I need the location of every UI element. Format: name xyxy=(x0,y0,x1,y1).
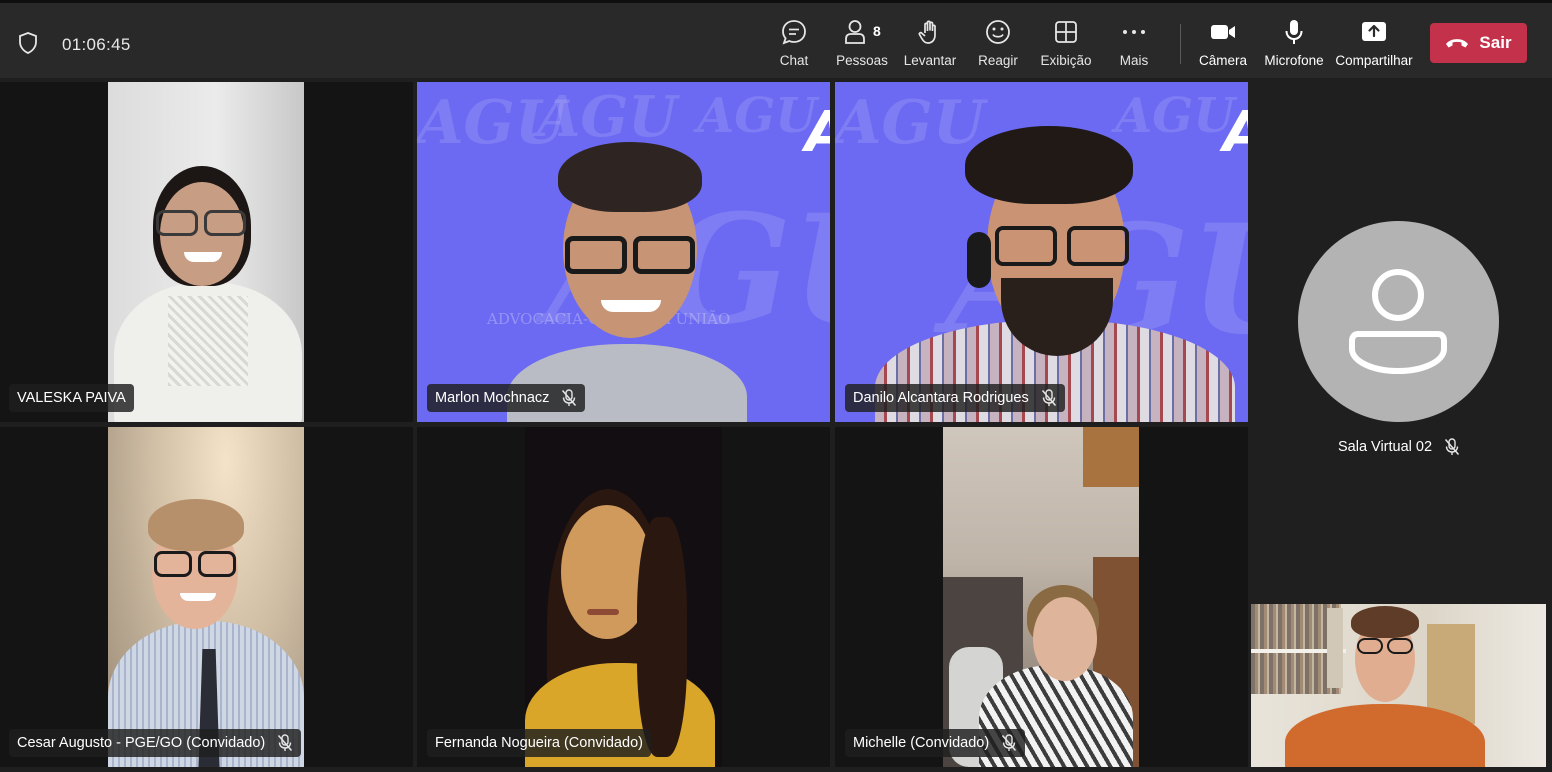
participant-tile[interactable]: AGU AGU AGU AGU ADVOCACIA-GERAL DA UNIÃO… xyxy=(417,82,830,422)
chat-label: Chat xyxy=(779,53,809,68)
avatar-placeholder xyxy=(1298,221,1499,422)
self-view-tile[interactable] xyxy=(1251,604,1546,767)
chat-icon xyxy=(779,17,809,47)
share-button[interactable]: Compartilhar xyxy=(1335,17,1413,73)
person-icon xyxy=(1349,269,1447,375)
toolbar-divider xyxy=(1180,24,1181,64)
participant-name: Sala Virtual 02 xyxy=(1338,439,1433,455)
people-icon: 8 xyxy=(845,17,881,47)
meeting-toolbar: 01:06:45 Chat 8 Pessoas Levantar Reagir … xyxy=(0,0,1552,78)
participant-tile[interactable]: VALESKA PAIVA xyxy=(0,82,413,422)
more-dots-icon xyxy=(1119,17,1149,47)
participant-tile[interactable]: Fernanda Nogueira (Convidado) xyxy=(417,427,830,767)
participant-name: Fernanda Nogueira (Convidado) xyxy=(435,735,643,751)
mic-off-icon xyxy=(278,734,293,751)
participant-video xyxy=(108,427,304,767)
share-label: Compartilhar xyxy=(1335,53,1413,68)
participant-name: Michelle (Convidado) xyxy=(853,735,990,751)
participant-name: Marlon Mochnacz xyxy=(435,390,550,406)
self-view-video xyxy=(1251,604,1546,767)
people-label: Pessoas xyxy=(836,53,888,68)
share-screen-icon xyxy=(1359,17,1389,47)
microphone-icon xyxy=(1279,17,1309,47)
mic-off-icon xyxy=(562,389,577,406)
participant-tile[interactable]: Michelle (Convidado) xyxy=(835,427,1248,767)
participant-tile[interactable]: AGU AGU AGU A Danilo Alcantara Rodrigues xyxy=(835,82,1248,422)
meeting-timer: 01:06:45 xyxy=(62,35,131,54)
chat-button[interactable]: Chat xyxy=(761,17,827,73)
participant-video: AGU AGU AGU AGU ADVOCACIA-GERAL DA UNIÃO… xyxy=(417,82,830,422)
camera-button[interactable]: Câmera xyxy=(1190,17,1256,73)
raise-hand-button[interactable]: Levantar xyxy=(897,17,963,73)
leave-label: Sair xyxy=(1479,33,1512,52)
view-button[interactable]: Exibição xyxy=(1033,17,1099,73)
react-label: Reagir xyxy=(978,53,1018,68)
view-label: Exibição xyxy=(1040,53,1092,68)
camera-icon xyxy=(1208,17,1238,47)
participant-name: VALESKA PAIVA xyxy=(17,390,126,406)
shield-icon xyxy=(19,32,37,54)
participant-name: Cesar Augusto - PGE/GO (Convidado) xyxy=(17,735,266,751)
hang-up-icon xyxy=(1446,39,1469,48)
participant-name-tag: Sala Virtual 02 xyxy=(1338,436,1460,458)
grid-layout-icon xyxy=(1051,17,1081,47)
leave-button[interactable]: Sair xyxy=(1430,23,1527,63)
participant-video: AGU AGU AGU A xyxy=(835,82,1248,422)
more-button[interactable]: Mais xyxy=(1101,17,1167,73)
hand-icon xyxy=(915,17,945,47)
microphone-label: Microfone xyxy=(1264,53,1324,68)
mic-off-icon xyxy=(1041,389,1056,406)
microphone-button[interactable]: Microfone xyxy=(1261,17,1327,73)
more-label: Mais xyxy=(1119,53,1149,68)
participant-name: Danilo Alcantara Rodrigues xyxy=(853,390,1029,406)
camera-label: Câmera xyxy=(1198,53,1247,68)
participant-video xyxy=(108,82,304,422)
smiley-icon xyxy=(983,17,1013,47)
participant-video xyxy=(943,427,1139,767)
participant-video xyxy=(525,427,722,767)
people-button[interactable]: 8 Pessoas xyxy=(829,17,895,73)
mic-off-icon xyxy=(1002,734,1017,751)
participant-tile[interactable]: Cesar Augusto - PGE/GO (Convidado) xyxy=(0,427,413,767)
mic-off-icon xyxy=(1444,438,1460,455)
participant-name-tag: Marlon Mochnacz xyxy=(427,384,586,412)
participant-name-tag: Michelle (Convidado) xyxy=(845,729,1026,757)
participant-name-tag: VALESKA PAIVA xyxy=(9,384,134,412)
people-count-badge: 8 xyxy=(873,23,881,39)
participant-name-tag: Danilo Alcantara Rodrigues xyxy=(845,384,1065,412)
participant-name-tag: Cesar Augusto - PGE/GO (Convidado) xyxy=(9,729,302,757)
react-button[interactable]: Reagir xyxy=(965,17,1031,73)
raise-hand-label: Levantar xyxy=(903,53,957,68)
participant-name-tag: Fernanda Nogueira (Convidado) xyxy=(427,729,651,757)
